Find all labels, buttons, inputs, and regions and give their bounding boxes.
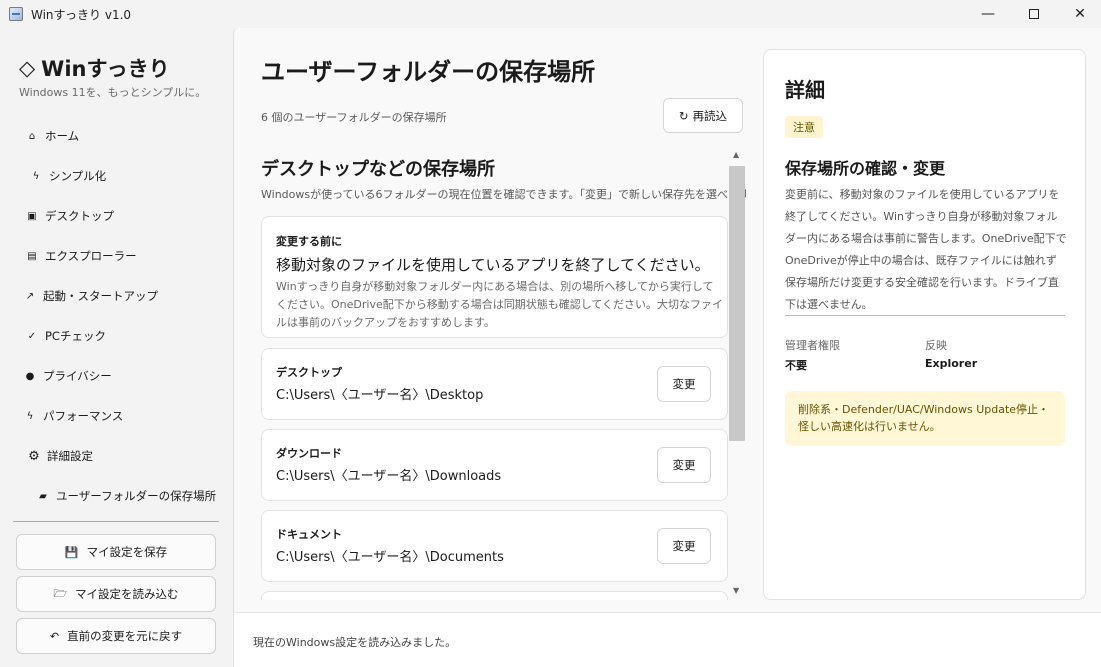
save-icon: 💾 bbox=[64, 545, 79, 559]
folder-path: C:\Users\〈ユーザー名〉\Documents bbox=[276, 550, 504, 565]
warning-card: 変更する前に 移動対象のファイルを使用しているアプリを終了してください。 Win… bbox=[261, 216, 728, 338]
sidebar-item-privacy[interactable]: ● プライバシー bbox=[0, 356, 233, 396]
warning-label: 変更する前に bbox=[276, 235, 342, 248]
sidebar-item-label: 起動・スタートアップ bbox=[43, 289, 158, 303]
folder-open-icon: 🗁 bbox=[53, 586, 68, 600]
undo-button[interactable]: ↶ 直前の変更を元に戻す bbox=[16, 618, 216, 654]
page-title: ユーザーフォルダーの保存場所 bbox=[261, 58, 596, 86]
load-settings-button[interactable]: 🗁 マイ設定を読み込む bbox=[16, 576, 216, 612]
sidebar-item-performance[interactable]: ϟ パフォーマンス bbox=[0, 396, 233, 436]
lightning-icon: ϟ bbox=[32, 170, 40, 182]
sidebar-item-simplify[interactable]: ϟ シンプル化 bbox=[0, 156, 233, 196]
sidebar-nav: ⌂ ホーム ϟ シンプル化 ▣ デスクトップ ▤ エクスプローラー ↗ 起動・ス… bbox=[0, 116, 233, 516]
close-icon: ✕ bbox=[1074, 6, 1086, 22]
sidebar-item-explorer[interactable]: ▤ エクスプローラー bbox=[0, 236, 233, 276]
folder-path: C:\Users\〈ユーザー名〉\Desktop bbox=[276, 388, 484, 403]
warning-detail: Winすっきり自身が移動対象フォルダー内にある場合は、別の場所へ移してから実行し… bbox=[276, 280, 724, 329]
sidebar-item-label: エクスプローラー bbox=[45, 249, 137, 263]
vertical-scrollbar[interactable]: ▲ ▼ bbox=[729, 148, 745, 600]
minimize-icon: — bbox=[981, 6, 995, 22]
folder-list-scroll[interactable]: デスクトップなどの保存場所 Windowsが使っている6フォルダーの現在位置を確… bbox=[250, 148, 746, 600]
check-icon: ✓ bbox=[27, 330, 37, 342]
folder-name: デスクトップ bbox=[276, 366, 342, 379]
warning-main: 移動対象のファイルを使用しているアプリを終了してください。 bbox=[276, 256, 710, 274]
detail-heading: 保存場所の確認・変更 bbox=[785, 159, 946, 178]
sidebar-item-label: ユーザーフォルダーの保存場所 bbox=[56, 489, 217, 503]
undo-icon: ↶ bbox=[49, 629, 60, 643]
sidebar-item-label: PCチェック bbox=[45, 329, 106, 343]
sidebar: ◇ Winすっきり Windows 11を、もっとシンプルに。 ⌂ ホーム ϟ … bbox=[0, 28, 233, 667]
folder-icon: ▰ bbox=[39, 490, 47, 502]
folder-card-next bbox=[261, 591, 728, 600]
sidebar-item-home[interactable]: ⌂ ホーム bbox=[0, 116, 233, 156]
admin-value: 不要 bbox=[785, 359, 807, 372]
load-settings-label: マイ設定を読み込む bbox=[75, 587, 179, 601]
sidebar-item-label: 詳細設定 bbox=[47, 449, 93, 463]
brand-name: Winすっきり bbox=[41, 57, 170, 81]
scroll-up-icon[interactable]: ▲ bbox=[733, 150, 739, 159]
reflect-label: 反映 bbox=[925, 339, 947, 352]
sidebar-item-advanced[interactable]: ⚙ 詳細設定 bbox=[0, 436, 233, 476]
title-bar: Winすっきり v1.0 — ✕ bbox=[0, 0, 1101, 28]
undo-label: 直前の変更を元に戻す bbox=[67, 629, 183, 643]
sidebar-item-startup[interactable]: ↗ 起動・スタートアップ bbox=[0, 276, 233, 316]
home-icon: ⌂ bbox=[28, 130, 36, 142]
detail-body: 変更前に、移動対象のファイルを使用しているアプリを終了してください。Winすっき… bbox=[785, 188, 1067, 311]
brand: ◇ Winすっきり bbox=[19, 53, 170, 83]
folder-name: ドキュメント bbox=[276, 528, 342, 541]
sidebar-item-label: デスクトップ bbox=[45, 209, 114, 223]
explorer-icon: ▤ bbox=[27, 250, 37, 262]
minimize-button[interactable]: — bbox=[965, 0, 1011, 28]
diamond-icon: ◇ bbox=[19, 56, 36, 80]
maximize-button[interactable] bbox=[1011, 0, 1057, 28]
status-bar: 現在のWindows設定を読み込みました。 bbox=[234, 612, 1101, 667]
reload-button[interactable]: ↻ 再読込 bbox=[663, 98, 743, 133]
sidebar-item-label: ホーム bbox=[45, 129, 80, 143]
save-settings-button[interactable]: 💾 マイ設定を保存 bbox=[16, 534, 216, 570]
save-settings-label: マイ設定を保存 bbox=[86, 545, 168, 559]
maximize-icon bbox=[1029, 9, 1039, 19]
detail-divider bbox=[785, 315, 1065, 316]
desktop-icon: ▣ bbox=[27, 210, 37, 222]
brand-subtitle: Windows 11を、もっとシンプルに。 bbox=[19, 86, 207, 99]
sidebar-item-desktop[interactable]: ▣ デスクトップ bbox=[0, 196, 233, 236]
detail-title: 詳細 bbox=[785, 78, 825, 102]
sidebar-item-pc-check[interactable]: ✓ PCチェック bbox=[0, 316, 233, 356]
scroll-down-icon[interactable]: ▼ bbox=[733, 586, 739, 595]
admin-label: 管理者権限 bbox=[785, 339, 840, 352]
sidebar-item-label: シンプル化 bbox=[49, 169, 107, 183]
detail-panel: 詳細 注意 保存場所の確認・変更 変更前に、移動対象のファイルを使用しているアプ… bbox=[763, 49, 1086, 600]
sidebar-item-user-folders[interactable]: ▰ ユーザーフォルダーの保存場所 bbox=[0, 476, 233, 516]
main-content: ユーザーフォルダーの保存場所 6 個のユーザーフォルダーの保存場所 ↻ 再読込 … bbox=[233, 28, 1101, 667]
folder-name: ダウンロード bbox=[276, 447, 342, 460]
section-title: デスクトップなどの保存場所 bbox=[261, 159, 495, 180]
status-badge: 注意 bbox=[785, 116, 823, 138]
gear-icon: ⚙ bbox=[28, 448, 40, 464]
lightning-icon: ϟ bbox=[26, 410, 34, 422]
folder-path: C:\Users\〈ユーザー名〉\Downloads bbox=[276, 469, 502, 484]
refresh-icon: ↻ bbox=[678, 108, 689, 123]
app-icon bbox=[9, 7, 23, 21]
folder-card-desktop: デスクトップ C:\Users\〈ユーザー名〉\Desktop 変更 bbox=[261, 348, 728, 420]
sidebar-item-label: パフォーマンス bbox=[43, 409, 124, 423]
change-downloads-button[interactable]: 変更 bbox=[657, 447, 711, 483]
change-desktop-button[interactable]: 変更 bbox=[657, 366, 711, 402]
section-description: Windowsが使っている6フォルダーの現在位置を確認できます。「変更」で新しい… bbox=[261, 188, 746, 201]
safety-note: 削除系・Defender/UAC/Windows Update停止・怪しい高速化… bbox=[785, 391, 1065, 446]
sidebar-item-label: プライバシー bbox=[43, 369, 112, 383]
dot-icon: ● bbox=[25, 370, 35, 382]
folder-card-downloads: ダウンロード C:\Users\〈ユーザー名〉\Downloads 変更 bbox=[261, 429, 728, 501]
close-button[interactable]: ✕ bbox=[1057, 0, 1101, 28]
sidebar-divider bbox=[13, 521, 219, 522]
status-text: 現在のWindows設定を読み込みました。 bbox=[253, 636, 457, 649]
reflect-value: Explorer bbox=[925, 357, 978, 370]
change-documents-button[interactable]: 変更 bbox=[657, 528, 711, 564]
folder-count: 6 個のユーザーフォルダーの保存場所 bbox=[261, 111, 447, 124]
scrollbar-thumb[interactable] bbox=[729, 166, 745, 441]
reload-label: 再読込 bbox=[692, 108, 728, 123]
folder-card-documents: ドキュメント C:\Users\〈ユーザー名〉\Documents 変更 bbox=[261, 510, 728, 582]
window-title: Winすっきり v1.0 bbox=[31, 7, 132, 22]
arrow-up-right-icon: ↗ bbox=[25, 290, 35, 302]
